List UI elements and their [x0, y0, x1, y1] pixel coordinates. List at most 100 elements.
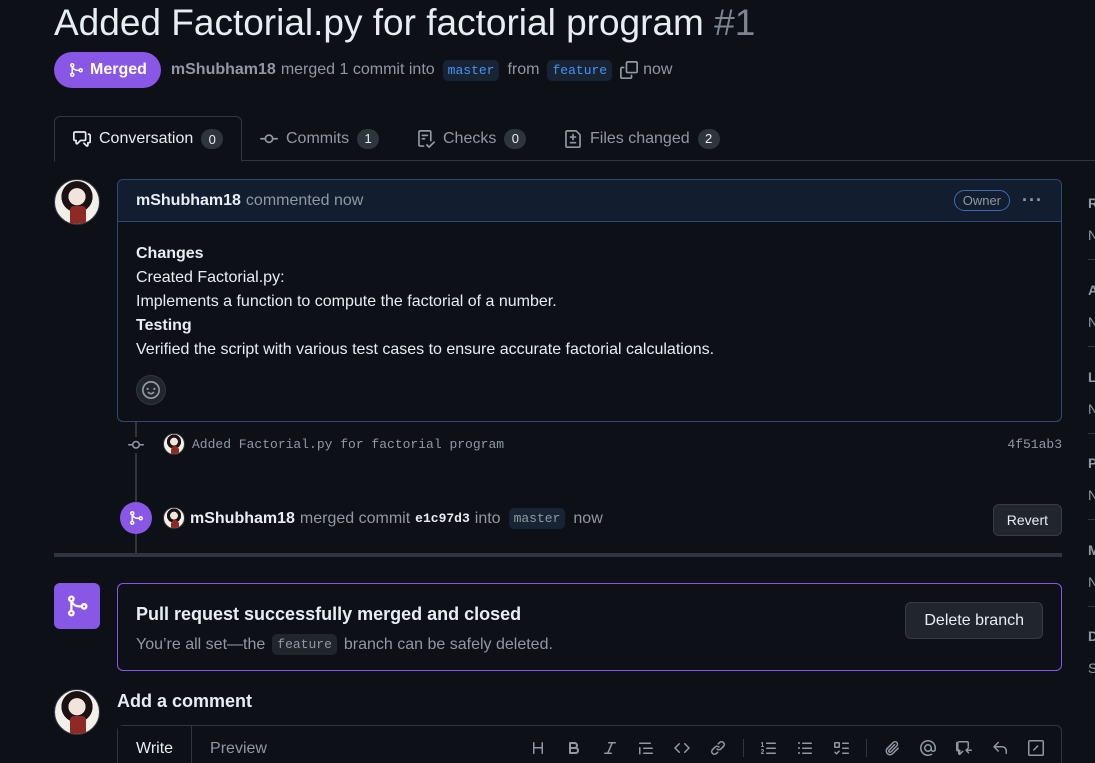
- sidebar-assignees[interactable]: A N: [1088, 282, 1095, 362]
- tab-write[interactable]: Write: [118, 726, 193, 763]
- merged-title: Pull request successfully merged and clo…: [136, 604, 522, 624]
- head-branch[interactable]: feature: [547, 59, 613, 81]
- sidebar-value: N: [1088, 314, 1095, 330]
- sidebar-heading: M: [1088, 542, 1095, 558]
- markdown-toolbar: [527, 737, 1047, 759]
- timeline-commit: Added Factorial.py for factorial program…: [126, 432, 1062, 458]
- sidebar-projects[interactable]: P N: [1088, 455, 1095, 535]
- pr-title-text: Added Factorial.py for factorial program: [54, 2, 704, 43]
- sidebar-heading: R: [1088, 195, 1095, 211]
- merge-target-branch[interactable]: master: [508, 508, 566, 529]
- add-comment-heading: Add a comment: [117, 691, 253, 711]
- comment-body: Changes Created Factorial.py: Implements…: [118, 222, 1061, 362]
- revert-button[interactable]: Revert: [992, 504, 1062, 536]
- delete-branch-button[interactable]: Delete branch: [905, 602, 1043, 639]
- code-icon[interactable]: [671, 737, 693, 759]
- pr-description-comment: mShubham18 commented now Owner ··· Chang…: [117, 179, 1062, 422]
- avatar[interactable]: [54, 689, 100, 735]
- italic-icon[interactable]: [599, 737, 621, 759]
- comment-editor: Write Preview: [117, 725, 1062, 763]
- merged-description: You’re all set—the feature branch can be…: [136, 634, 553, 655]
- tab-conversation[interactable]: Conversation 0: [54, 116, 243, 162]
- tab-files-changed[interactable]: Files changed 2: [546, 116, 738, 161]
- merge-summary: mShubham18 merged 1 commit into master f…: [171, 59, 673, 81]
- sidebar-heading: D: [1088, 628, 1095, 644]
- copy-icon[interactable]: [620, 61, 639, 79]
- tab-counter: 1: [357, 128, 380, 149]
- sidebar-heading: A: [1088, 282, 1095, 298]
- git-merge-icon: [68, 62, 84, 78]
- sidebar-labels[interactable]: L N: [1088, 369, 1095, 449]
- timeline-merge-event: mShubham18 merged commit e1c97d3 into ma…: [120, 502, 1062, 536]
- tab-label: Files changed: [590, 129, 690, 147]
- attach-icon[interactable]: [881, 737, 903, 759]
- task-list-icon[interactable]: [830, 737, 852, 759]
- avatar[interactable]: [163, 433, 185, 455]
- comment-line: Created Factorial.py:: [136, 269, 285, 286]
- comment-discussion-icon: [73, 130, 91, 148]
- comment-line: Verified the script with various test ca…: [136, 341, 715, 358]
- editor-tabs: Write Preview: [118, 726, 285, 763]
- mention-icon[interactable]: [917, 737, 939, 759]
- sidebar-divider: [1088, 519, 1095, 520]
- quote-icon[interactable]: [635, 737, 657, 759]
- commit-message[interactable]: Added Factorial.py for factorial program: [192, 437, 504, 452]
- ordered-list-icon[interactable]: [758, 737, 780, 759]
- merge-commit-sha[interactable]: e1c97d3: [415, 511, 470, 526]
- sidebar-divider: [1088, 346, 1095, 347]
- from-text: from: [507, 61, 540, 78]
- sidebar-heading: P: [1088, 455, 1095, 471]
- link-icon[interactable]: [707, 737, 729, 759]
- merged-state-badge: Merged: [54, 52, 161, 88]
- sidebar-divider: [1088, 606, 1095, 607]
- author-link[interactable]: mShubham18: [171, 61, 276, 79]
- tab-preview[interactable]: Preview: [192, 726, 285, 763]
- tab-checks[interactable]: Checks 0: [399, 116, 544, 161]
- smiley-icon: [142, 381, 160, 399]
- commit-sha[interactable]: 4f51ab3: [1007, 437, 1062, 452]
- sidebar-value: N: [1088, 487, 1095, 503]
- merge-author[interactable]: mShubham18: [190, 510, 295, 528]
- merge-time: now: [643, 61, 673, 78]
- comment-action: commented now: [245, 191, 364, 209]
- pr-title: Added Factorial.py for factorial program…: [54, 2, 755, 44]
- toolbar-divider: [743, 739, 744, 757]
- reply-icon[interactable]: [989, 737, 1011, 759]
- sidebar-divider: [1088, 259, 1095, 260]
- tab-commits[interactable]: Commits 1: [242, 116, 397, 161]
- merge-event-time: now: [573, 509, 603, 527]
- kebab-horizontal-icon[interactable]: ···: [1022, 190, 1043, 211]
- slash-command-icon[interactable]: [1025, 737, 1047, 759]
- pr-number: #1: [714, 2, 756, 43]
- sidebar-reviewers[interactable]: R N: [1088, 195, 1095, 275]
- avatar[interactable]: [163, 507, 185, 529]
- base-branch[interactable]: master: [442, 59, 500, 81]
- merge-event-text: mShubham18 merged commit e1c97d3 into ma…: [190, 508, 603, 529]
- sidebar-heading: L: [1088, 369, 1095, 385]
- git-merge-icon: [54, 583, 100, 629]
- merged-status-box: Pull request successfully merged and clo…: [117, 583, 1062, 671]
- merged-desc-before: You’re all set—the: [136, 635, 266, 653]
- bold-icon[interactable]: [563, 737, 585, 759]
- merge-summary-text: merged 1 commit into: [280, 61, 435, 78]
- add-reaction-button[interactable]: [136, 375, 166, 405]
- owner-badge: Owner: [953, 190, 1011, 211]
- comment-line: Changes: [136, 245, 204, 262]
- unordered-list-icon[interactable]: [794, 737, 816, 759]
- sidebar-development[interactable]: D S: [1088, 628, 1095, 708]
- merge-action: merged commit: [299, 509, 411, 527]
- avatar[interactable]: [54, 179, 100, 225]
- file-diff-icon: [564, 129, 582, 148]
- state-label: Merged: [90, 61, 147, 78]
- sidebar-milestone[interactable]: M N: [1088, 542, 1095, 622]
- tab-label: Commits: [286, 129, 350, 147]
- deletable-branch[interactable]: feature: [272, 634, 337, 655]
- cross-reference-icon[interactable]: [953, 737, 975, 759]
- tab-label: Checks: [443, 129, 497, 147]
- tab-counter: 0: [201, 129, 224, 149]
- comment-author[interactable]: mShubham18: [136, 192, 241, 210]
- git-merge-icon: [120, 502, 152, 534]
- pr-meta: Merged mShubham18 merged 1 commit into m…: [54, 52, 672, 88]
- heading-icon[interactable]: [527, 737, 549, 759]
- toolbar-divider: [866, 739, 867, 757]
